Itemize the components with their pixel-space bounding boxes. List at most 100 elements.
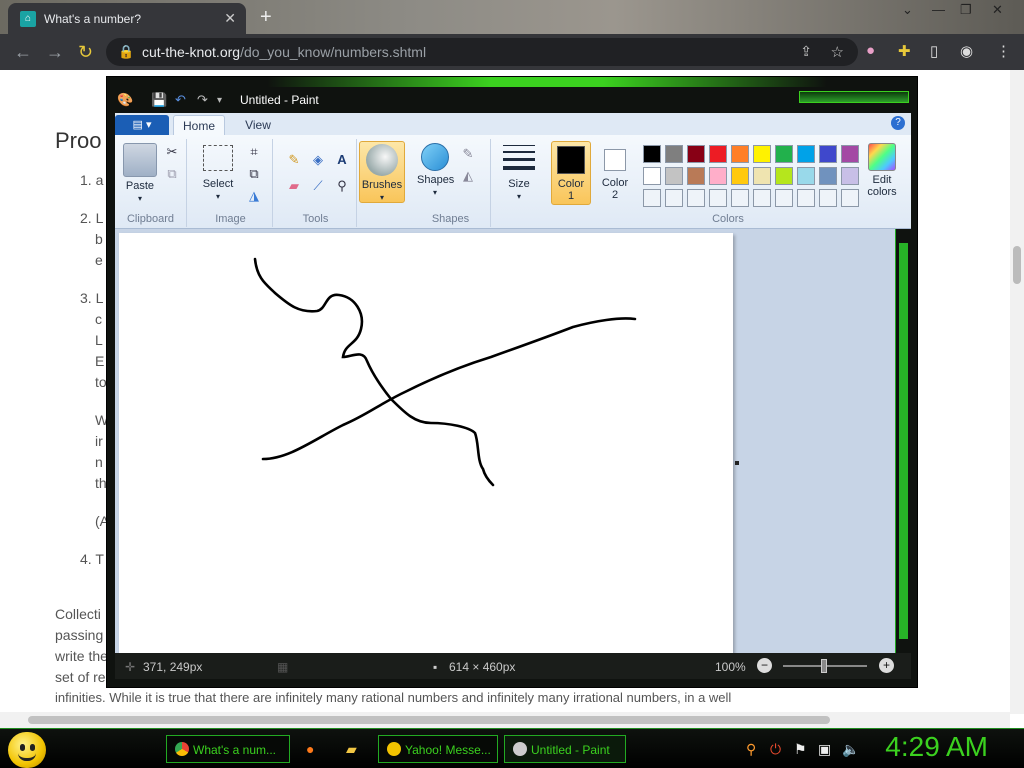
color-swatch[interactable] [797,167,815,185]
color-swatch[interactable] [709,145,727,163]
start-button-smiley-icon[interactable] [8,732,46,768]
new-tab-icon[interactable]: + [260,6,272,29]
color-swatch[interactable] [775,145,793,163]
file-menu-button[interactable]: ▤ ▾ [115,115,169,135]
text-icon[interactable]: A [333,151,351,169]
taskbar-item-yahoo-messenger[interactable]: Yahoo! Messe... [378,735,498,763]
color-swatch[interactable] [819,167,837,185]
forward-arrow-icon[interactable]: → [46,42,64,63]
minimize-icon[interactable]: — [932,2,945,17]
scroll-track[interactable] [899,243,908,639]
color-swatch[interactable] [775,167,793,185]
color1-button[interactable]: Color 1 [551,141,591,205]
power-icon[interactable]: ⏻ [770,741,781,758]
action-center-flag-icon[interactable]: ⚑ [794,741,807,758]
color-picker-icon[interactable]: ⟋ [309,177,327,195]
volume-icon[interactable]: 🔈 [842,741,859,758]
taskbar: What's a num... ● ▰ Yahoo! Messe... Unti… [0,728,1024,768]
pencil-icon[interactable]: ✎ [285,151,303,169]
copy-icon[interactable]: ⧉ [163,165,181,183]
profile-avatar-icon[interactable]: ◉ [960,42,973,60]
resize-icon[interactable]: ⧉ [245,165,263,183]
paint-app-icon[interactable]: 🎨 [117,92,133,108]
color-swatch[interactable] [731,189,749,207]
shapes-button[interactable]: Shapes ▾ [417,143,454,198]
color-swatch[interactable] [819,189,837,207]
paste-button[interactable]: Paste ▾ [121,143,159,204]
resize-handle[interactable] [735,461,739,465]
back-arrow-icon[interactable]: ← [14,42,32,63]
save-icon[interactable]: 💾 [151,92,167,108]
color-swatch[interactable] [665,189,683,207]
size-button[interactable]: Size ▾ [499,141,539,202]
file-explorer-icon[interactable]: ▰ [346,741,357,758]
zoom-out-button[interactable]: − [757,658,772,673]
color-swatch[interactable] [753,189,771,207]
color-swatch[interactable] [775,189,793,207]
browser-tab[interactable]: ⌂ What's a number? ✕ [8,3,246,34]
reload-icon[interactable]: ↻ [78,42,93,63]
color-swatch[interactable] [643,189,661,207]
restore-icon[interactable]: ❐ [960,2,972,18]
search-icon[interactable]: ⚲ [746,741,756,758]
extension-icon[interactable]: ● [866,42,875,59]
color2-button[interactable]: Color 2 [595,141,635,205]
color-swatch[interactable] [643,145,661,163]
help-icon[interactable]: ? [891,116,905,130]
network-icon[interactable]: ▣ [818,741,831,758]
brushes-button[interactable]: Brushes ▾ [359,141,405,203]
customize-toolbar-icon[interactable]: ▾ [217,95,222,106]
color-swatch[interactable] [731,145,749,163]
color-swatch[interactable] [665,167,683,185]
outline-icon[interactable]: ✎ [459,145,477,163]
cut-icon[interactable]: ✂ [163,143,181,161]
color-swatch[interactable] [753,145,771,163]
address-bar[interactable]: 🔒 cut-the-knot.org/do_you_know/numbers.s… [106,38,858,66]
undo-icon[interactable]: ↶ [175,92,186,108]
color-swatch[interactable] [797,145,815,163]
puzzle-icon[interactable]: ✚ [898,42,911,60]
menu-dots-icon[interactable]: ⋮ [996,42,1011,60]
close-window-icon[interactable]: ✕ [992,2,1003,18]
fill-bucket-icon[interactable]: ◈ [309,151,327,169]
canvas-vertical-scrollbar[interactable] [895,229,911,653]
edit-colors-button[interactable]: Edit colors [857,143,907,198]
color-swatch[interactable] [687,167,705,185]
drawing-canvas[interactable] [119,233,733,653]
redo-icon[interactable]: ↷ [197,92,208,108]
share-icon[interactable]: ⇪ [800,43,812,60]
close-tab-icon[interactable]: ✕ [224,10,236,27]
bookmark-star-icon[interactable]: ☆ [831,43,844,61]
color-swatch[interactable] [797,189,815,207]
scroll-thumb[interactable] [28,716,830,724]
taskbar-clock[interactable]: 4:29 AM [885,731,988,763]
taskbar-item-chrome[interactable]: What's a num... [166,735,290,763]
crop-icon[interactable]: ⌗ [245,143,263,161]
color-swatch[interactable] [643,167,661,185]
select-button[interactable]: Select ▾ [197,145,239,202]
fill-icon[interactable]: ◭ [459,167,477,185]
paint-window-buttons[interactable] [799,91,909,103]
zoom-slider-thumb[interactable] [821,659,827,673]
color-swatch[interactable] [665,145,683,163]
tab-view[interactable]: View [235,115,281,135]
tab-home[interactable]: Home [173,115,225,135]
scroll-thumb[interactable] [1013,246,1021,284]
color-swatch[interactable] [709,167,727,185]
taskbar-item-paint[interactable]: Untitled - Paint [504,735,626,763]
magnifier-icon[interactable]: ⚲ [333,177,351,195]
rotate-icon[interactable]: ◮ [245,187,263,205]
tab-search-icon[interactable]: ⌄ [902,2,913,18]
color-swatch[interactable] [687,189,705,207]
color-swatch[interactable] [819,145,837,163]
page-vertical-scrollbar[interactable] [1010,70,1024,714]
side-panel-icon[interactable]: ▯ [930,42,938,60]
eraser-icon[interactable]: ▰ [285,177,303,195]
color-swatch[interactable] [687,145,705,163]
firefox-icon[interactable]: ● [306,741,314,757]
color-swatch[interactable] [753,167,771,185]
color-swatch[interactable] [731,167,749,185]
color-swatch[interactable] [709,189,727,207]
zoom-in-button[interactable]: + [879,658,894,673]
page-horizontal-scrollbar[interactable] [0,712,1010,728]
